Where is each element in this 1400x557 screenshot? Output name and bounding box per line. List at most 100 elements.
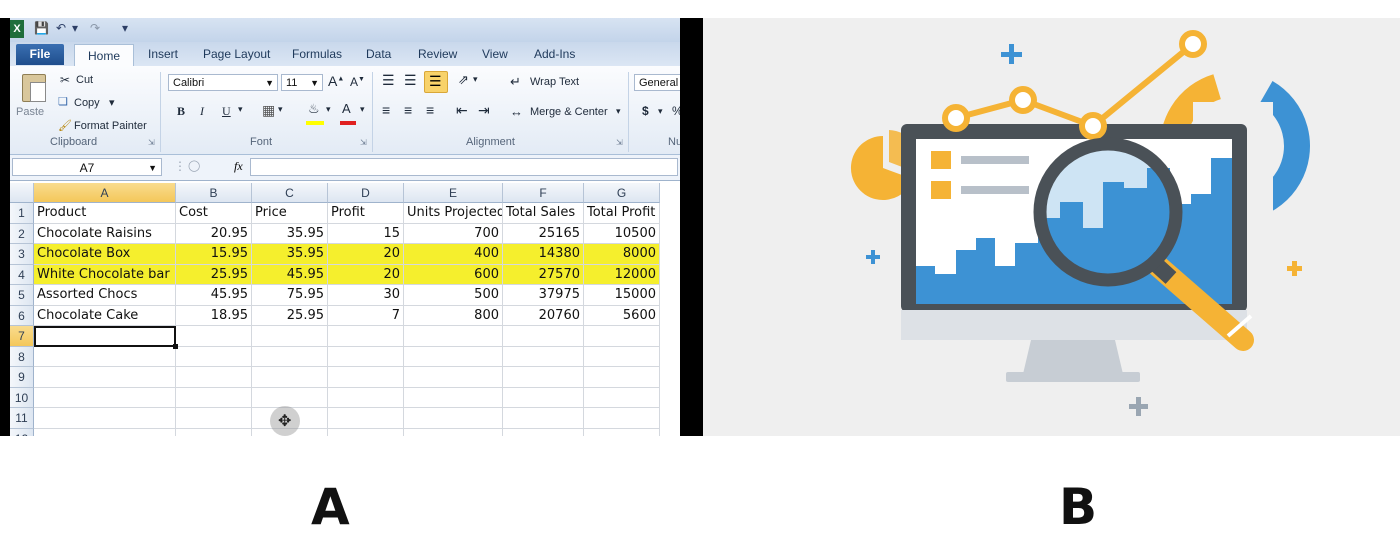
- redo-icon[interactable]: ↷: [90, 21, 100, 35]
- decrease-indent-icon[interactable]: ⇤: [456, 102, 468, 119]
- font-name-select[interactable]: Calibri ▼: [168, 74, 278, 91]
- tab-add-ins[interactable]: Add-Ins: [534, 47, 575, 61]
- tab-data[interactable]: Data: [366, 47, 391, 61]
- format-painter-button[interactable]: Format Painter: [74, 120, 147, 132]
- table-cell[interactable]: [503, 428, 584, 436]
- align-center-icon[interactable]: ≡: [404, 102, 412, 118]
- table-cell[interactable]: 37975: [503, 285, 584, 306]
- table-cell[interactable]: [252, 346, 328, 367]
- table-cell[interactable]: 8000: [584, 244, 660, 265]
- align-top-icon[interactable]: ☰: [382, 72, 395, 89]
- fill-color-icon[interactable]: ♨: [308, 101, 320, 117]
- clipboard-launcher-icon[interactable]: ⇲: [148, 138, 155, 147]
- row-header-4[interactable]: 4: [10, 264, 34, 285]
- table-cell[interactable]: White Chocolate bar: [34, 264, 176, 285]
- table-cell[interactable]: [34, 367, 176, 388]
- table-cell[interactable]: 27570: [503, 264, 584, 285]
- table-cell[interactable]: [328, 408, 404, 429]
- italic-button[interactable]: I: [200, 104, 204, 119]
- table-cell[interactable]: [176, 387, 252, 408]
- table-cell[interactable]: [503, 326, 584, 347]
- column-header-a[interactable]: A: [34, 183, 176, 203]
- table-cell[interactable]: [404, 408, 503, 429]
- column-header-e[interactable]: E: [404, 183, 503, 203]
- underline-dropdown-icon[interactable]: ▾: [238, 104, 243, 115]
- table-cell[interactable]: [584, 346, 660, 367]
- borders-dropdown-icon[interactable]: ▾: [278, 104, 283, 115]
- table-cell[interactable]: 20.95: [176, 223, 252, 244]
- fill-color-dropdown-icon[interactable]: ▾: [326, 104, 331, 115]
- table-cell[interactable]: 15.95: [176, 244, 252, 265]
- dropdown-icon[interactable]: ▾: [72, 21, 78, 35]
- table-cell[interactable]: 700: [404, 223, 503, 244]
- row-header-6[interactable]: 6: [10, 305, 34, 326]
- row-header-10[interactable]: 10: [10, 387, 34, 408]
- table-cell[interactable]: 25.95: [252, 305, 328, 326]
- table-cell[interactable]: 18.95: [176, 305, 252, 326]
- shrink-font-icon[interactable]: A▼: [350, 75, 365, 89]
- table-cell[interactable]: [176, 428, 252, 436]
- table-cell[interactable]: [503, 408, 584, 429]
- merge-center-button[interactable]: Merge & Center: [530, 106, 608, 118]
- wrap-text-button[interactable]: Wrap Text: [530, 76, 579, 88]
- currency-dropdown-icon[interactable]: ▾: [658, 106, 663, 117]
- name-box[interactable]: A7 ▼: [12, 158, 162, 176]
- column-header-d[interactable]: D: [328, 183, 404, 203]
- column-header-c[interactable]: C: [252, 183, 328, 203]
- select-all-corner[interactable]: [10, 183, 34, 203]
- fill-handle[interactable]: [173, 343, 178, 349]
- tab-home[interactable]: Home: [74, 44, 134, 67]
- table-cell[interactable]: 25.95: [176, 264, 252, 285]
- column-header-b[interactable]: B: [176, 183, 252, 203]
- copy-dropdown-icon[interactable]: ▾: [109, 96, 115, 109]
- table-cell[interactable]: 45.95: [252, 264, 328, 285]
- paste-button[interactable]: Paste: [16, 72, 50, 132]
- table-cell[interactable]: [176, 408, 252, 429]
- underline-button[interactable]: U: [222, 104, 231, 119]
- wrap-text-icon[interactable]: ↵: [510, 74, 521, 90]
- header-cell[interactable]: Units Projected: [404, 203, 503, 224]
- table-cell[interactable]: [503, 387, 584, 408]
- header-cell[interactable]: Profit: [328, 203, 404, 224]
- table-cell[interactable]: [34, 346, 176, 367]
- table-cell[interactable]: 35.95: [252, 244, 328, 265]
- table-cell[interactable]: 10500: [584, 223, 660, 244]
- table-cell[interactable]: [176, 346, 252, 367]
- undo-icon[interactable]: ↶: [56, 21, 66, 35]
- header-cell[interactable]: Product: [34, 203, 176, 224]
- table-cell[interactable]: [34, 387, 176, 408]
- table-cell[interactable]: [503, 346, 584, 367]
- table-cell[interactable]: 14380: [503, 244, 584, 265]
- header-cell[interactable]: Total Profit: [584, 203, 660, 224]
- row-header-11[interactable]: 11: [10, 408, 34, 429]
- tab-insert[interactable]: Insert: [148, 47, 178, 61]
- table-cell[interactable]: [34, 408, 176, 429]
- font-size-select[interactable]: 11 ▼: [281, 74, 323, 91]
- percent-button[interactable]: %: [672, 104, 680, 118]
- column-header-f[interactable]: F: [503, 183, 584, 203]
- table-cell[interactable]: 15000: [584, 285, 660, 306]
- font-color-dropdown-icon[interactable]: ▾: [360, 104, 365, 115]
- merge-center-icon[interactable]: ↔: [510, 104, 523, 119]
- table-cell[interactable]: [252, 367, 328, 388]
- align-middle-icon[interactable]: ☰: [404, 72, 417, 89]
- table-cell[interactable]: 600: [404, 264, 503, 285]
- align-bottom-button[interactable]: ☰: [424, 71, 448, 93]
- table-cell[interactable]: 15: [328, 223, 404, 244]
- table-cell[interactable]: [503, 367, 584, 388]
- borders-icon[interactable]: ▦: [262, 102, 275, 119]
- font-color-icon[interactable]: A: [342, 101, 351, 116]
- table-cell[interactable]: [404, 428, 503, 436]
- table-cell[interactable]: 35.95: [252, 223, 328, 244]
- table-cell[interactable]: [328, 326, 404, 347]
- merge-dropdown-icon[interactable]: ▾: [616, 106, 621, 117]
- font-launcher-icon[interactable]: ⇲: [360, 138, 367, 147]
- table-cell[interactable]: 20760: [503, 305, 584, 326]
- table-cell[interactable]: [328, 387, 404, 408]
- table-cell[interactable]: Chocolate Raisins: [34, 223, 176, 244]
- customize-qat-icon[interactable]: ▾: [122, 21, 128, 35]
- header-cell[interactable]: Cost: [176, 203, 252, 224]
- orientation-icon[interactable]: ⇗: [458, 72, 469, 88]
- table-cell[interactable]: 30: [328, 285, 404, 306]
- table-cell[interactable]: [584, 428, 660, 436]
